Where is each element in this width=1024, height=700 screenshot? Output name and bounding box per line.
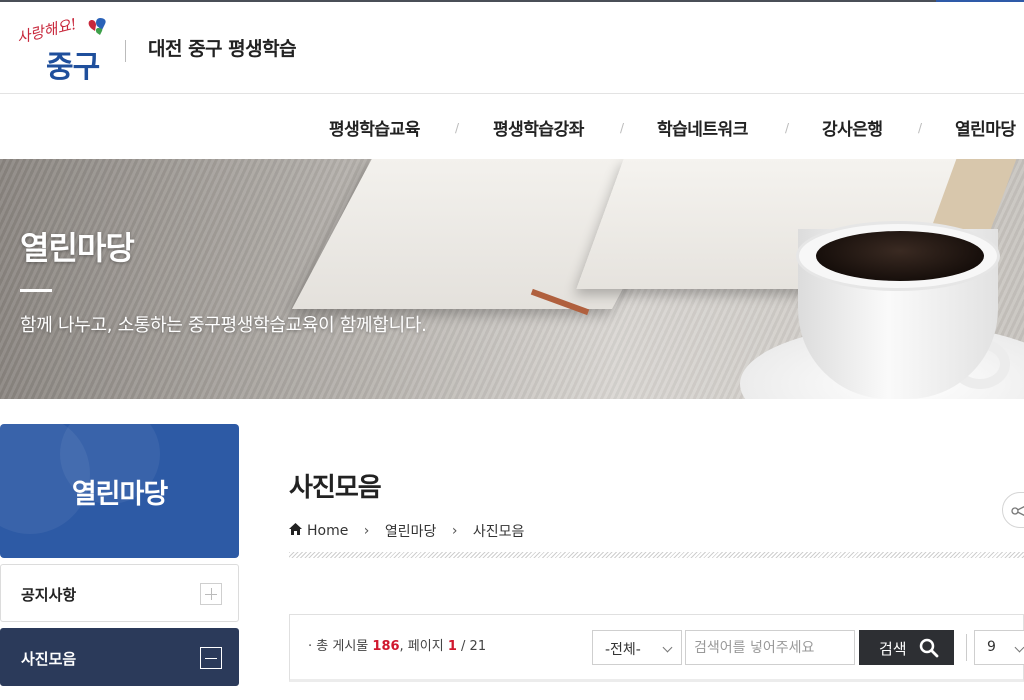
collapse-minus-icon[interactable] bbox=[200, 647, 222, 669]
search-button[interactable]: 검색 bbox=[859, 630, 954, 665]
search-input[interactable] bbox=[685, 630, 855, 665]
board-count-info: · 총 게시물 186, 페이지 1 / 21 bbox=[308, 635, 486, 654]
share-button[interactable] bbox=[1002, 492, 1024, 528]
logo-divider bbox=[125, 40, 126, 62]
category-select-value: -전체- bbox=[605, 642, 641, 658]
breadcrumb-home[interactable]: Home bbox=[289, 523, 348, 539]
board-toolbar: · 총 게시물 186, 페이지 1 / 21 -전체- 검색 9 bbox=[289, 614, 1024, 682]
coffee-illustration bbox=[816, 231, 984, 281]
breadcrumb-level2[interactable]: 사진모음 bbox=[473, 521, 525, 541]
breadcrumb-level1[interactable]: 열린마당 bbox=[385, 521, 437, 541]
page-title: 사진모음 bbox=[289, 473, 382, 503]
total-pages: / 21 bbox=[461, 639, 487, 654]
chevron-right-icon: › bbox=[451, 523, 458, 539]
sidebar-item-label: 사진모음 bbox=[21, 650, 77, 668]
nav-separator: / bbox=[918, 121, 923, 135]
page-label: , 페이지 bbox=[399, 639, 444, 654]
nav-item-lifelong-courses[interactable]: 평생학습강좌 bbox=[493, 115, 584, 140]
site-header: 사랑해요! 중구 대전 중구 평생학습 bbox=[0, 2, 1024, 94]
bullet: · bbox=[308, 639, 313, 654]
site-title[interactable]: 대전 중구 평생학습 bbox=[148, 34, 297, 61]
toolbar-divider bbox=[966, 634, 967, 661]
chevron-right-icon: › bbox=[363, 523, 370, 539]
sidebar-item-notices[interactable]: 공지사항 bbox=[0, 564, 239, 622]
sidebar-item-photo-gallery[interactable]: 사진모음 bbox=[0, 628, 239, 686]
page-size-value: 9 bbox=[987, 639, 996, 655]
chevron-down-icon bbox=[1014, 642, 1024, 653]
chevron-down-icon bbox=[662, 642, 673, 653]
sidebar-item-label: 공지사항 bbox=[21, 586, 77, 604]
search-icon bbox=[919, 638, 939, 658]
heart-icon bbox=[88, 18, 106, 35]
home-icon bbox=[289, 523, 302, 535]
total-label: 총 게시물 bbox=[316, 639, 369, 654]
logo-text: 중구 bbox=[46, 50, 100, 85]
page-size-select[interactable]: 9 bbox=[974, 630, 1024, 665]
breadcrumb: Home › 열린마당 › 사진모음 bbox=[289, 521, 525, 541]
sidebar-title: 열린마당 bbox=[71, 479, 168, 510]
expand-plus-icon[interactable] bbox=[200, 583, 222, 605]
current-page: 1 bbox=[447, 639, 457, 654]
hero-banner: 열린마당 함께 나누고, 소통하는 중구평생학습교육이 함께합니다. bbox=[0, 159, 1024, 399]
banner-title: 열린마당 bbox=[20, 229, 135, 267]
nav-separator: / bbox=[620, 121, 625, 135]
breadcrumb-home-label: Home bbox=[307, 523, 349, 539]
nav-item-learning-network[interactable]: 학습네트워크 bbox=[657, 115, 748, 140]
banner-subtitle: 함께 나누고, 소통하는 중구평생학습교육이 함께합니다. bbox=[20, 315, 427, 336]
nav-item-instructor-bank[interactable]: 강사은행 bbox=[822, 115, 883, 140]
total-count: 186 bbox=[372, 639, 400, 654]
title-divider bbox=[289, 552, 1024, 558]
nav-item-lifelong-education[interactable]: 평생학습교육 bbox=[329, 115, 420, 140]
nav-separator: / bbox=[785, 121, 790, 135]
nav-item-open-forum[interactable]: 열린마당 bbox=[955, 115, 1016, 140]
category-select[interactable]: -전체- bbox=[592, 630, 682, 665]
share-icon bbox=[1011, 506, 1024, 516]
banner-divider bbox=[20, 289, 52, 292]
search-button-label: 검색 bbox=[879, 640, 907, 658]
sidebar-header: 열린마당 bbox=[0, 424, 239, 558]
nav-separator: / bbox=[455, 121, 460, 135]
main-navigation: 평생학습교육 / 평생학습강좌 / 학습네트워크 / 강사은행 / 열린마당 bbox=[0, 95, 1024, 159]
logo[interactable]: 사랑해요! 중구 bbox=[15, 15, 112, 85]
